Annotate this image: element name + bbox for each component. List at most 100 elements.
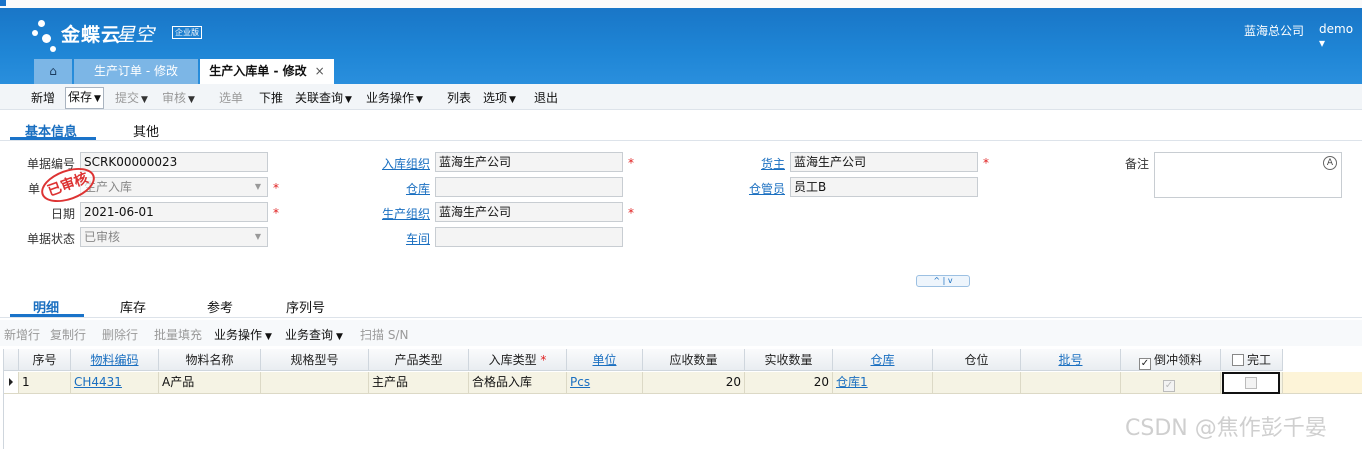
col-material-name[interactable]: 物料名称 bbox=[159, 349, 261, 371]
bill-type-select[interactable]: 生产入库 ▼ bbox=[80, 177, 268, 197]
cell-backflush[interactable]: ✓ bbox=[1121, 372, 1221, 394]
col-spec[interactable]: 规格型号 bbox=[261, 349, 369, 371]
cell-in-type[interactable]: 合格品入库 bbox=[469, 372, 567, 394]
cell-spec[interactable] bbox=[261, 372, 369, 394]
row-header-corner bbox=[3, 349, 19, 371]
batch-fill-button[interactable]: 批量填充 bbox=[154, 326, 202, 343]
workshop-field[interactable] bbox=[435, 227, 623, 247]
warehouse-field[interactable] bbox=[435, 177, 623, 197]
col-unit[interactable]: 单位 bbox=[567, 349, 643, 371]
col-backflush[interactable]: ✓ 倒冲领料 bbox=[1121, 349, 1221, 371]
tab-serial[interactable]: 序列号 bbox=[286, 297, 325, 316]
save-label: 保存 bbox=[68, 90, 93, 104]
grid-query-button[interactable]: 业务查询 ▼ bbox=[285, 326, 343, 343]
status-select[interactable]: 已审核 ▼ bbox=[80, 227, 268, 247]
col-in-type[interactable]: 入库类型 * bbox=[469, 349, 567, 371]
in-org-field[interactable]: 蓝海生产公司 bbox=[435, 152, 623, 172]
unit-link[interactable]: Pcs bbox=[570, 375, 590, 389]
chevron-down-icon: ▼ bbox=[188, 95, 195, 105]
add-row-button[interactable]: 新增行 bbox=[4, 326, 40, 343]
col-completed[interactable]: 完工 bbox=[1221, 349, 1283, 371]
chevron-down-icon: ▼ bbox=[94, 94, 101, 104]
company-selector[interactable]: 蓝海总公司 bbox=[1244, 22, 1304, 39]
tab-other[interactable]: 其他 bbox=[133, 121, 159, 140]
chevron-down-icon: ▼ bbox=[141, 95, 148, 105]
submit-button[interactable]: 提交 ▼ bbox=[115, 89, 148, 106]
cell-qty-real[interactable]: 20 bbox=[745, 372, 833, 394]
workshop-label[interactable]: 车间 bbox=[370, 230, 430, 247]
delete-row-button[interactable]: 删除行 bbox=[102, 326, 138, 343]
warehouse-label[interactable]: 仓库 bbox=[370, 180, 430, 197]
cell-qty-due[interactable]: 20 bbox=[643, 372, 745, 394]
grid-left-border bbox=[3, 349, 4, 449]
col-qty-real[interactable]: 实收数量 bbox=[745, 349, 833, 371]
cell-location[interactable] bbox=[933, 372, 1021, 394]
note-textarea[interactable]: A bbox=[1154, 152, 1342, 198]
in-org-label[interactable]: 入库组织 bbox=[370, 155, 430, 172]
exit-button[interactable]: 退出 bbox=[534, 89, 558, 106]
grid-query-label: 业务查询 bbox=[285, 328, 334, 342]
scan-sn-button[interactable]: 扫描 S/N bbox=[360, 326, 408, 343]
business-ops-button[interactable]: 业务操作 ▼ bbox=[366, 89, 423, 106]
push-down-button[interactable]: 下推 bbox=[259, 89, 283, 106]
warehouse-link[interactable]: 仓库1 bbox=[836, 375, 868, 389]
prod-org-field[interactable]: 蓝海生产公司 bbox=[435, 202, 623, 222]
chevron-down-icon: ▼ bbox=[509, 95, 516, 105]
col-warehouse[interactable]: 仓库 bbox=[833, 349, 933, 371]
audit-button[interactable]: 审核 ▼ bbox=[162, 89, 195, 106]
tab-production-order[interactable]: 生产订单 - 修改 bbox=[74, 59, 198, 84]
grid-business-ops-button[interactable]: 业务操作 ▼ bbox=[214, 326, 272, 343]
owner-label[interactable]: 货主 bbox=[720, 155, 785, 172]
required-mark: * bbox=[628, 206, 634, 220]
col-qty-due[interactable]: 应收数量 bbox=[643, 349, 745, 371]
checkbox-icon[interactable]: ✓ bbox=[1138, 358, 1151, 370]
prod-org-label[interactable]: 生产组织 bbox=[370, 205, 430, 222]
cell-seq[interactable]: 1 bbox=[19, 372, 71, 394]
material-code-link[interactable]: CH4431 bbox=[74, 375, 122, 389]
tab-inventory[interactable]: 库存 bbox=[120, 297, 146, 316]
related-label: 关联查询 bbox=[295, 91, 344, 105]
checkbox-icon[interactable]: ✓ bbox=[1163, 380, 1175, 392]
cell-lot[interactable] bbox=[1021, 372, 1121, 394]
home-icon: ⌂ bbox=[49, 64, 57, 78]
close-icon[interactable]: × bbox=[315, 64, 325, 78]
col-seq[interactable]: 序号 bbox=[19, 349, 71, 371]
cell-material-code[interactable]: CH4431 bbox=[71, 372, 159, 394]
tab-reference[interactable]: 参考 bbox=[207, 297, 233, 316]
col-product-type[interactable]: 产品类型 bbox=[369, 349, 469, 371]
audit-label: 审核 bbox=[162, 91, 187, 105]
user-menu[interactable]: demo ▾ bbox=[1319, 22, 1362, 50]
brand-name: 金蝶云 bbox=[61, 24, 122, 46]
owner-field[interactable]: 蓝海生产公司 bbox=[790, 152, 978, 172]
keeper-field[interactable]: 员工B bbox=[790, 177, 978, 197]
chevron-down-icon: ▼ bbox=[416, 95, 423, 105]
related-query-button[interactable]: 关联查询 ▼ bbox=[295, 89, 352, 106]
col-lot[interactable]: 批号 bbox=[1021, 349, 1121, 371]
col-material-code[interactable]: 物料编码 bbox=[71, 349, 159, 371]
bill-no-field[interactable]: SCRK00000023 bbox=[80, 152, 268, 172]
divider bbox=[0, 140, 1362, 141]
watermark: CSDN @焦作彭千晏 bbox=[1125, 416, 1327, 441]
copy-row-button[interactable]: 复制行 bbox=[50, 326, 86, 343]
options-button[interactable]: 选项 ▼ bbox=[483, 89, 516, 106]
selected-cell[interactable] bbox=[1222, 372, 1280, 394]
grid-toolbar: 新增行 复制行 删除行 批量填充 业务操作 ▼ 业务查询 ▼ 扫描 S/N bbox=[0, 320, 1362, 346]
checkbox-icon[interactable] bbox=[1231, 354, 1244, 366]
cell-product-type[interactable]: 主产品 bbox=[369, 372, 469, 394]
select-bill-button[interactable]: 选单 bbox=[219, 89, 243, 106]
date-field[interactable]: 2021-06-01 bbox=[80, 202, 268, 222]
save-button[interactable]: 保存 ▼ bbox=[65, 87, 104, 109]
expand-icon[interactable]: A bbox=[1323, 156, 1337, 170]
keeper-label[interactable]: 仓管员 bbox=[720, 180, 785, 197]
cell-unit[interactable]: Pcs bbox=[567, 372, 643, 394]
cell-warehouse[interactable]: 仓库1 bbox=[833, 372, 933, 394]
list-button[interactable]: 列表 bbox=[447, 89, 471, 106]
tab-production-inbound[interactable]: 生产入库单 - 修改 × bbox=[200, 59, 334, 84]
checkbox-icon[interactable] bbox=[1245, 377, 1257, 389]
new-button[interactable]: 新增 bbox=[31, 89, 55, 106]
cell-material-name[interactable]: A产品 bbox=[159, 372, 261, 394]
tab-home[interactable]: ⌂ bbox=[34, 59, 72, 84]
chevron-down-icon: ▼ bbox=[254, 182, 261, 191]
col-location[interactable]: 仓位 bbox=[933, 349, 1021, 371]
collapse-toggle[interactable]: ^ | v bbox=[916, 275, 970, 287]
